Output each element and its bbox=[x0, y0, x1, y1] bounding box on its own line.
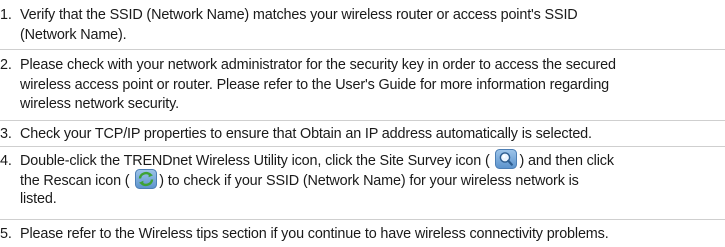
step-3-text-line-1: Check your TCP/IP properties to ensure t… bbox=[20, 126, 592, 142]
step-3: 3. Check your TCP/IP properties to ensure… bbox=[0, 125, 725, 145]
refresh-arrows-icon bbox=[135, 168, 158, 189]
step-4-number: 4. bbox=[0, 152, 12, 169]
step-divider bbox=[0, 120, 725, 121]
step-4-text-line-1a: Double-click the TRENDnet Wireless Utili… bbox=[20, 152, 490, 169]
magnifier-search-icon bbox=[495, 149, 518, 169]
step-2-number: 2. bbox=[0, 57, 12, 73]
step-2-text-line-3: wireless network security. bbox=[20, 96, 179, 112]
step-1-text-line-2: (Network Name). bbox=[20, 26, 127, 43]
step-divider bbox=[0, 49, 725, 50]
step-4-text-line-2b: ) to check if your SSID (Network Name) f… bbox=[159, 172, 579, 189]
step-3-number: 3. bbox=[0, 126, 12, 142]
step-5-text-line-1: Please refer to the Wireless tips sectio… bbox=[20, 226, 609, 242]
step-4: 4. Double-click the TRENDnet Wireless Uti… bbox=[0, 149, 725, 210]
step-4-text-line-2a: the Rescan icon ( bbox=[20, 172, 130, 189]
step-1-number: 1. bbox=[0, 7, 12, 23]
step-divider bbox=[0, 146, 725, 147]
step-5-number: 5. bbox=[0, 226, 12, 242]
step-2-text-line-2: wireless access point or router. Please … bbox=[20, 76, 610, 93]
step-1-text-line-1: Verify that the SSID (Network Name) matc… bbox=[20, 7, 578, 23]
step-2-text-line-1: Please check with your network administr… bbox=[20, 57, 616, 73]
step-4-text-line-1b: ) and then click bbox=[519, 152, 614, 169]
step-4-text-line-3: listed. bbox=[20, 191, 57, 207]
step-5: 5. Please refer to the Wireless tips sect… bbox=[0, 225, 725, 245]
step-1: 1. Verify that the SSID (Network Name) ma… bbox=[0, 6, 725, 45]
step-divider bbox=[0, 219, 725, 220]
step-2: 2. Please check with your network adminis… bbox=[0, 56, 725, 115]
